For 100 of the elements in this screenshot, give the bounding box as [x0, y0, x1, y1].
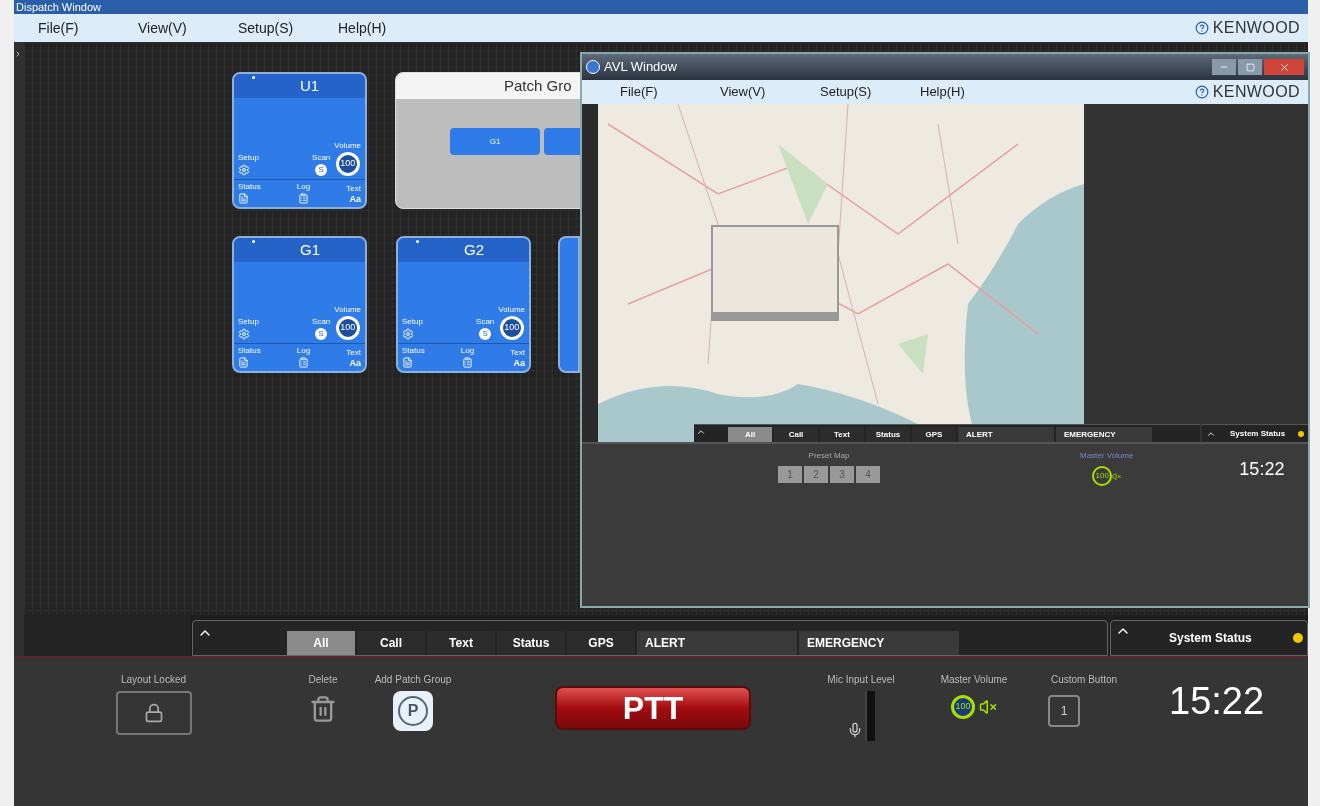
- scan-button[interactable]: S: [479, 328, 492, 340]
- scan-label: Scan: [312, 318, 331, 326]
- setup-label: Setup: [238, 154, 259, 162]
- volume-label: Volume: [498, 306, 525, 314]
- log-icon[interactable]: [298, 357, 309, 368]
- menu-item[interactable]: Setup(S): [238, 17, 338, 39]
- layout-locked-label: Layout Locked: [120, 673, 187, 687]
- menu-item[interactable]: File(F): [38, 17, 138, 39]
- collapse-icon[interactable]: [696, 427, 706, 437]
- add-patch-group-label: Add Patch Group: [374, 673, 452, 687]
- text-message-button[interactable]: Aa: [349, 195, 361, 204]
- help-icon[interactable]: [1194, 21, 1209, 35]
- menu-item[interactable]: Help(H): [338, 17, 438, 39]
- maximize-button[interactable]: [1238, 59, 1262, 75]
- mute-icon[interactable]: [1112, 471, 1122, 481]
- channel-card[interactable]: G2 Setup Scan S Volume 100 Status Log Text Aa: [396, 236, 531, 373]
- log-label: Log: [296, 183, 311, 191]
- status-label: Status: [402, 347, 425, 355]
- volume-knob[interactable]: 100: [335, 316, 360, 340]
- warning-icon: [1298, 430, 1304, 437]
- delete-label: Delete: [308, 673, 338, 687]
- master-volume-label: Master Volume: [1080, 450, 1134, 462]
- scan-label: Scan: [476, 318, 495, 326]
- text-message-button[interactable]: Aa: [513, 359, 525, 368]
- channel-card[interactable]: U1 Setup Scan S Volume 100 Status Log Text Aa: [232, 72, 367, 209]
- preset-map-label: Preset Map: [808, 450, 850, 462]
- expand-icon[interactable]: [14, 50, 22, 58]
- window-title: AVL Window: [604, 58, 677, 77]
- filter-tab[interactable]: Status: [866, 427, 910, 442]
- mic-input-level-label: Mic Input Level: [827, 673, 895, 687]
- lock-button[interactable]: [115, 691, 192, 735]
- mute-icon[interactable]: [979, 698, 997, 716]
- card-title: G2: [464, 239, 484, 260]
- scan-button[interactable]: S: [315, 164, 328, 176]
- filter-tab[interactable]: Call: [774, 427, 818, 442]
- custom-button[interactable]: 1: [1048, 695, 1080, 727]
- filter-tab[interactable]: Status: [497, 631, 565, 655]
- status-icon[interactable]: [402, 357, 413, 368]
- log-icon[interactable]: [462, 357, 473, 368]
- filter-tab[interactable]: Call: [357, 631, 425, 655]
- setup-label: Setup: [238, 318, 259, 326]
- brand-logo: KENWOOD: [1212, 82, 1300, 102]
- close-icon: [1278, 61, 1290, 73]
- volume-knob[interactable]: 100: [951, 695, 975, 719]
- lock-icon: [143, 703, 164, 723]
- filter-tab[interactable]: EMERGENCY: [1056, 427, 1152, 442]
- scan-label: Scan: [312, 154, 331, 162]
- settings-icon[interactable]: [238, 164, 250, 176]
- status-icon[interactable]: [238, 193, 249, 204]
- text-message-button[interactable]: Aa: [349, 359, 361, 368]
- app-icon: [586, 60, 600, 74]
- system-status: System Status: [1230, 427, 1286, 440]
- warning-icon: [1293, 633, 1303, 643]
- status-icon[interactable]: [238, 357, 249, 368]
- volume-label: Volume: [334, 142, 361, 150]
- volume-knob[interactable]: 100: [335, 152, 360, 176]
- filter-tab[interactable]: Text: [427, 631, 495, 655]
- text-label: Text: [510, 349, 525, 357]
- filter-tab[interactable]: EMERGENCY: [799, 631, 959, 655]
- system-status: System Status: [1169, 630, 1252, 647]
- patch-group-title: Patch Gro: [504, 75, 572, 96]
- window-title: Dispatch Window: [16, 1, 101, 13]
- menu-item[interactable]: Setup(S): [820, 82, 920, 102]
- filter-tab[interactable]: GPS: [912, 427, 956, 442]
- add-patch-group-button[interactable]: P: [393, 691, 433, 731]
- text-label: Text: [346, 349, 361, 357]
- ptt-button[interactable]: PTT: [555, 686, 751, 730]
- menu-item[interactable]: Help(H): [920, 82, 1020, 102]
- volume-knob[interactable]: 100: [1092, 466, 1113, 486]
- maximize-icon: [1245, 62, 1255, 72]
- custom-button-label: Custom Button: [1050, 673, 1118, 687]
- log-label: Log: [296, 347, 311, 355]
- volume-knob[interactable]: 100: [499, 316, 524, 340]
- settings-icon[interactable]: [402, 328, 414, 340]
- text-label: Text: [346, 185, 361, 193]
- scan-button[interactable]: S: [315, 328, 328, 340]
- filter-tab[interactable]: Text: [820, 427, 864, 442]
- filter-tab[interactable]: GPS: [567, 631, 635, 655]
- clock: 15:22: [1239, 458, 1285, 481]
- level-meter: [865, 691, 875, 741]
- card-title: U1: [300, 75, 320, 96]
- channel-card[interactable]: G1 Setup Scan S Volume 100 Status Log Text Aa: [232, 236, 367, 373]
- menu-item[interactable]: File(F): [620, 82, 720, 102]
- help-icon[interactable]: [1194, 85, 1209, 99]
- log-label: Log: [460, 347, 475, 355]
- settings-icon[interactable]: [238, 328, 250, 340]
- menu-item[interactable]: View(V): [720, 82, 820, 102]
- channel-card[interactable]: [558, 236, 580, 373]
- volume-label: Volume: [334, 306, 361, 314]
- member-button[interactable]: G1: [450, 128, 540, 155]
- filter-tab[interactable]: ALERT: [958, 427, 1054, 442]
- status-label: Status: [238, 347, 261, 355]
- status-label: Status: [238, 183, 261, 191]
- log-icon[interactable]: [298, 193, 309, 204]
- setup-label: Setup: [402, 318, 423, 326]
- clock: 15:22: [1169, 682, 1265, 720]
- menu-item[interactable]: View(V): [138, 17, 238, 39]
- master-volume-label: Master Volume: [940, 673, 1008, 687]
- filter-tab[interactable]: ALERT: [637, 631, 797, 655]
- card-title: G1: [300, 239, 320, 260]
